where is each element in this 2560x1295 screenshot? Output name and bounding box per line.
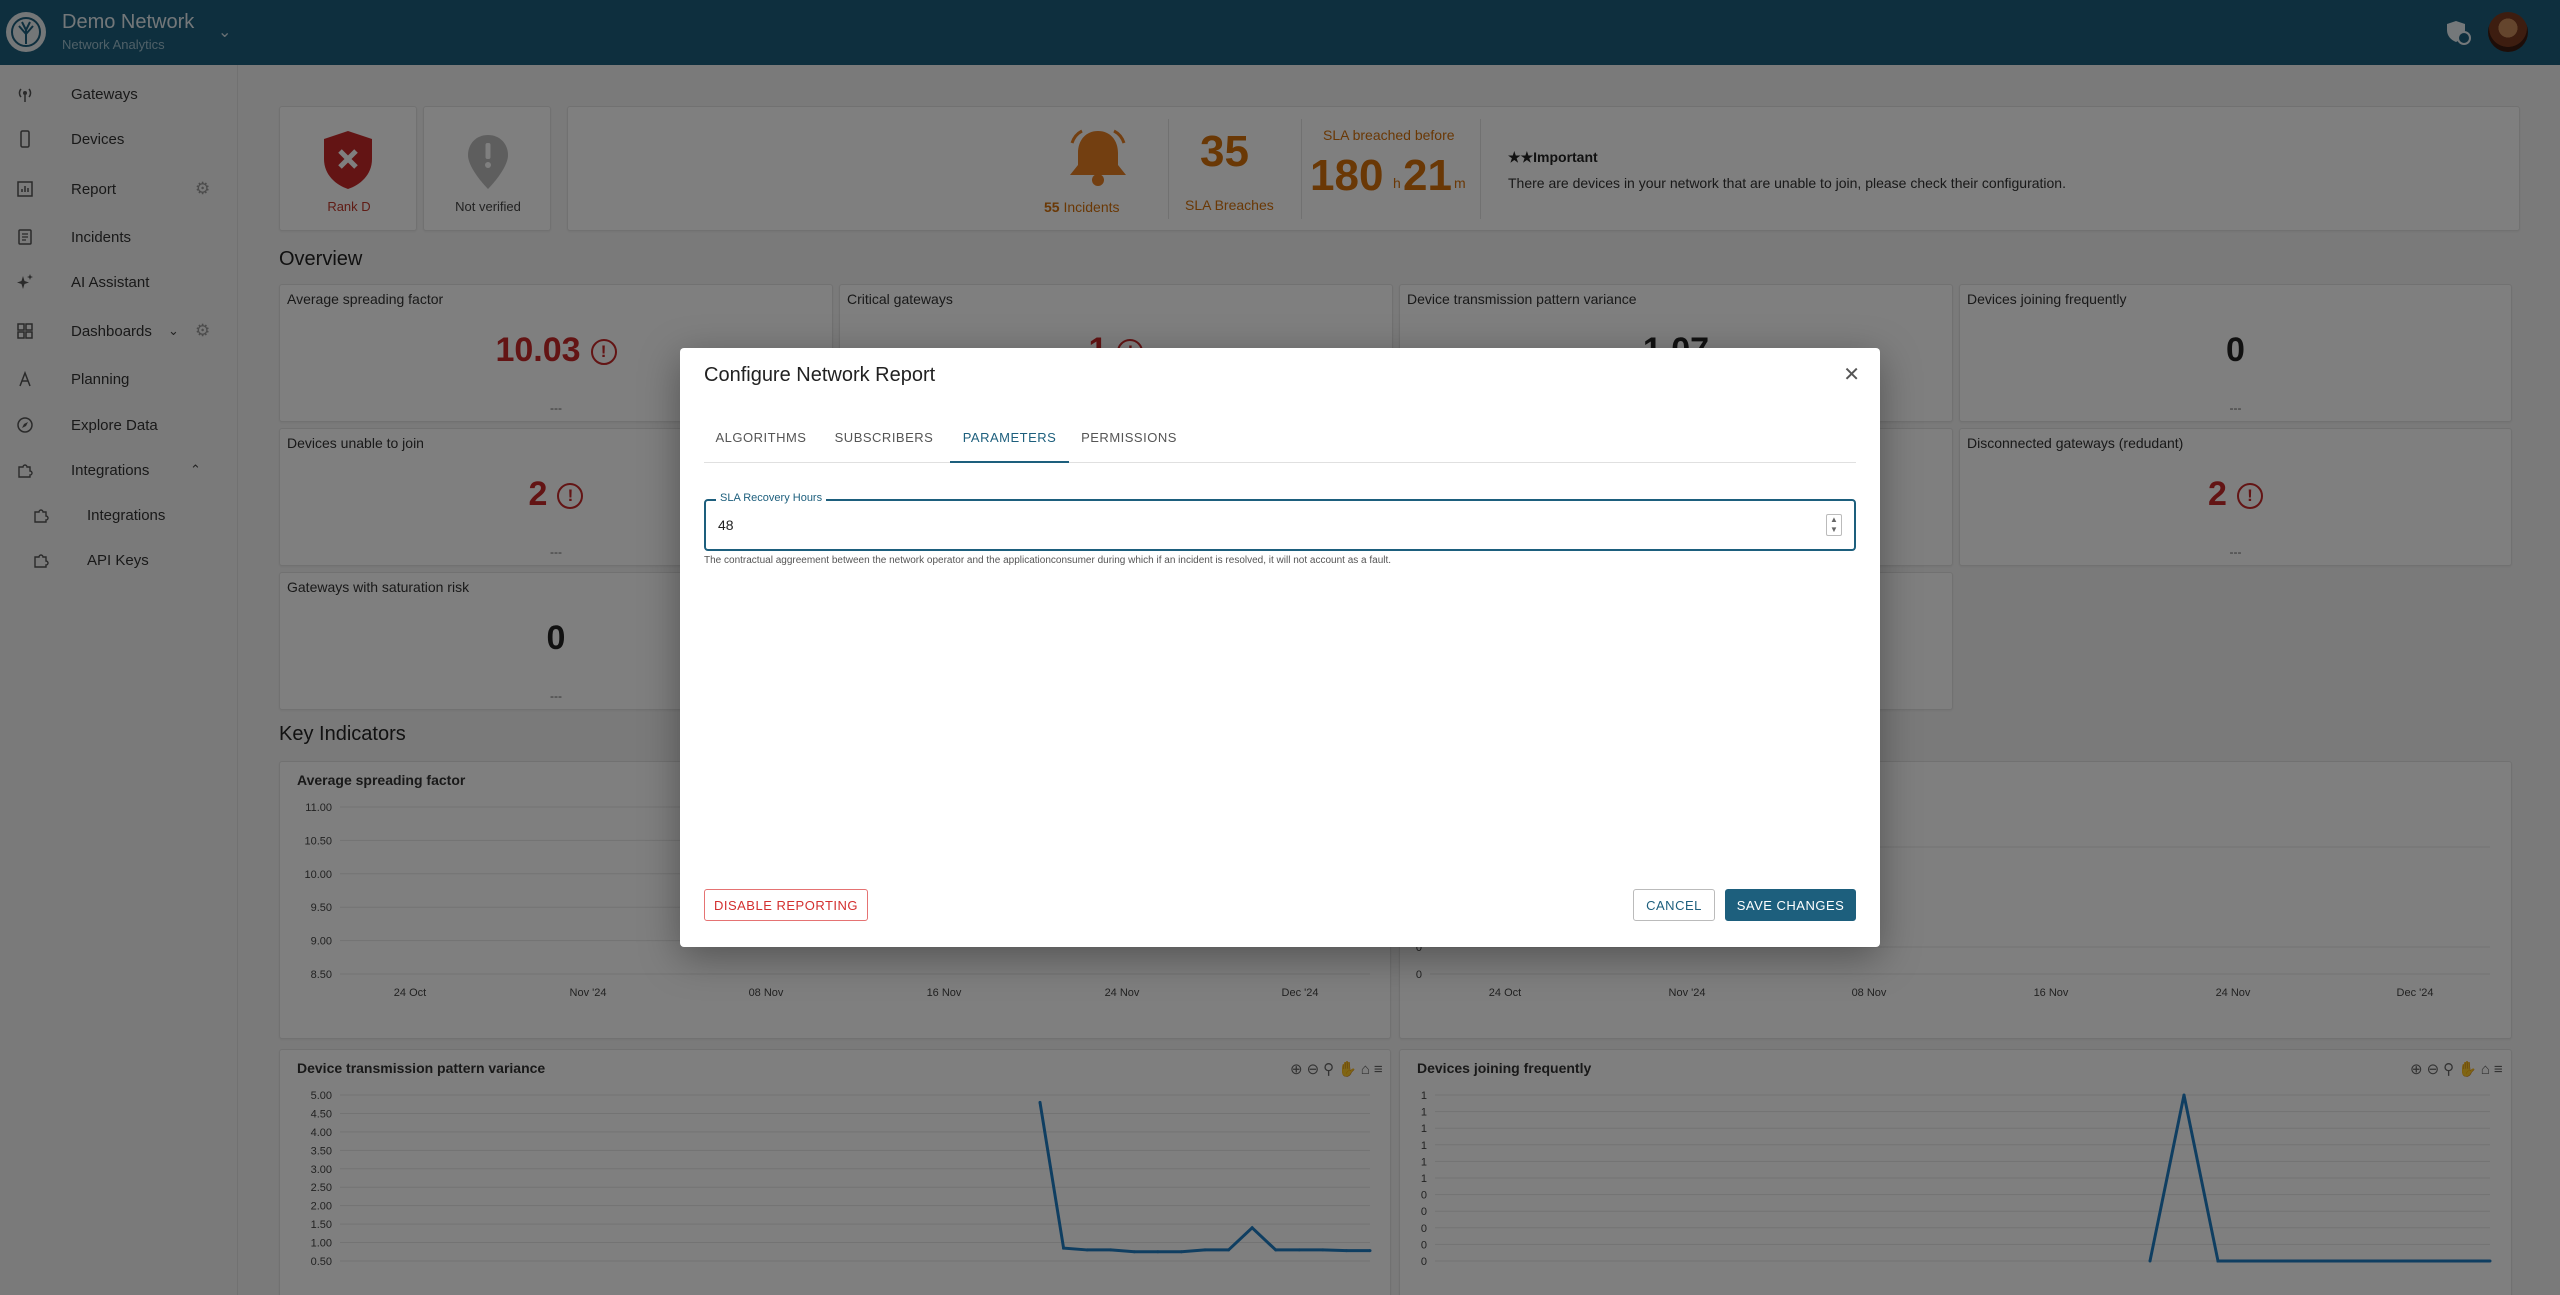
field-label: SLA Recovery Hours [716, 492, 827, 504]
disable-reporting-button[interactable]: DISABLE REPORTING [704, 889, 868, 921]
dialog-title: Configure Network Report [704, 364, 936, 386]
dialog-tabs: ALGORITHMS SUBSCRIBERS PARAMETERS PERMIS… [704, 418, 1856, 463]
close-icon[interactable]: ✕ [1843, 362, 1860, 387]
tab-subscribers[interactable]: SUBSCRIBERS [818, 418, 950, 463]
sla-recovery-hours-field[interactable]: SLA Recovery Hours ▲▼ [704, 492, 1856, 551]
save-changes-button[interactable]: SAVE CHANGES [1725, 889, 1856, 921]
number-stepper[interactable]: ▲ ▼ [1826, 514, 1842, 536]
configure-report-dialog: Configure Network Report ✕ ALGORITHMS SU… [680, 348, 1880, 947]
tab-algorithms[interactable]: ALGORITHMS [704, 418, 818, 463]
field-helper-text: The contractual aggreement between the n… [704, 555, 1392, 566]
tab-permissions[interactable]: PERMISSIONS [1069, 418, 1189, 463]
cancel-button[interactable]: CANCEL [1633, 889, 1715, 921]
sla-recovery-hours-input[interactable] [718, 513, 1818, 537]
tab-parameters[interactable]: PARAMETERS [950, 418, 1069, 463]
